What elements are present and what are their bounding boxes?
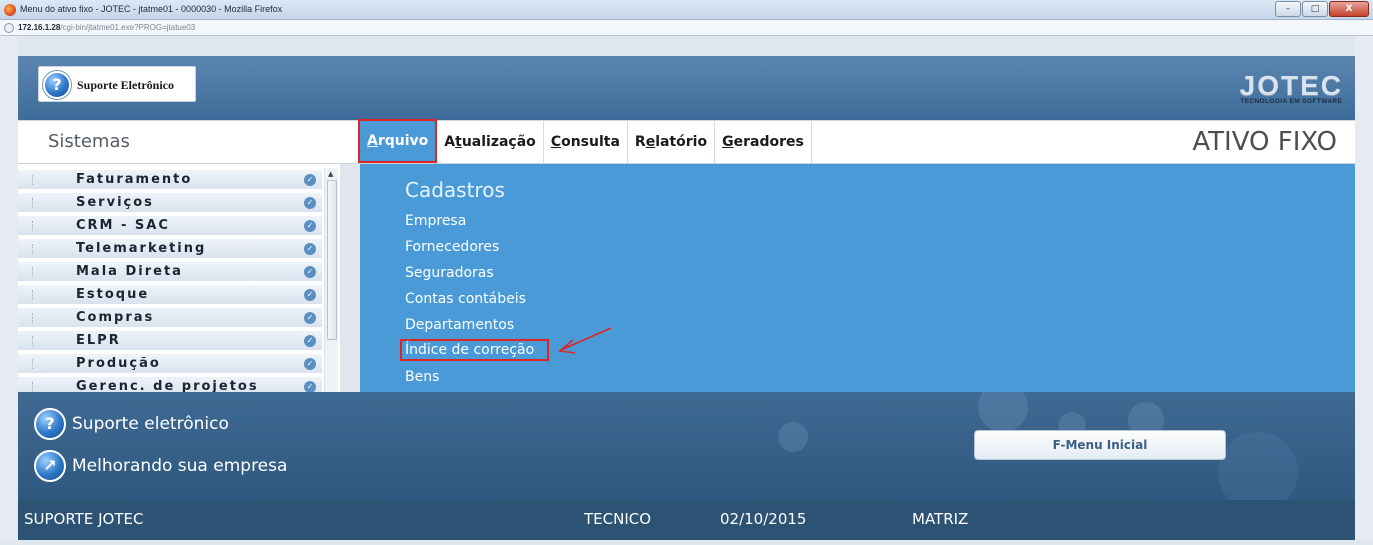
brand-logo: JOTEC TECNOLOGIA EM SOFTWARE	[1239, 70, 1343, 106]
scroll-up-icon[interactable]: ▲	[328, 170, 333, 178]
decorative-bubble	[1218, 432, 1298, 500]
check-circle-icon: ✓	[304, 174, 316, 186]
drag-handle-icon	[32, 359, 35, 369]
drag-handle-icon	[32, 244, 35, 254]
menu-geradores[interactable]: Geradores	[715, 121, 812, 163]
url-text[interactable]: 172.16.1.28/cgi-bin/jtatme01.exe?PROG=jt…	[18, 23, 195, 32]
support-logo-text: Suporte Eletrônico	[77, 78, 174, 92]
link-bens[interactable]: Bens	[405, 369, 439, 385]
drag-handle-icon	[32, 221, 35, 231]
globe-icon	[4, 23, 14, 33]
check-circle-icon: ✓	[304, 220, 316, 232]
status-bar: SUPORTE JOTEC TECNICO 02/10/2015 MATRIZ	[18, 500, 1355, 540]
link-fornecedores[interactable]: Fornecedores	[405, 239, 499, 255]
check-circle-icon: ✓	[304, 197, 316, 209]
app-header: ? Suporte Eletrônico JOTEC TECNOLOGIA EM…	[18, 56, 1355, 120]
link-departamentos[interactable]: Departamentos	[405, 317, 514, 333]
address-bar[interactable]: 172.16.1.28/cgi-bin/jtatme01.exe?PROG=jt…	[0, 20, 1373, 36]
footer-improving[interactable]: ↗ Melhorando sua empresa	[34, 450, 287, 482]
drag-handle-icon	[32, 382, 35, 392]
sidebar-item-crm-sac[interactable]: CRM - SAC ✓	[18, 216, 322, 236]
left-margin	[0, 36, 18, 540]
check-circle-icon: ✓	[304, 266, 316, 278]
menu-atualizacao[interactable]: At ualização	[437, 121, 544, 163]
help-icon: ?	[34, 408, 66, 440]
sidebar-item-producao[interactable]: Produção ✓	[18, 354, 322, 374]
status-branch: MATRIZ	[912, 510, 969, 528]
minimize-button[interactable]: –	[1275, 1, 1301, 17]
footer-band: ? Suporte eletrônico ↗ Melhorando sua em…	[18, 392, 1355, 500]
sidebar-item-gerenc-projetos[interactable]: Gerenc. de projetos ✓	[18, 377, 322, 392]
right-margin	[1355, 36, 1373, 540]
decorative-bubble	[778, 422, 808, 452]
sidebar-item-servicos[interactable]: Serviços ✓	[18, 193, 322, 213]
check-circle-icon: ✓	[304, 358, 316, 370]
sidebar-item-compras[interactable]: Compras ✓	[18, 308, 322, 328]
arquivo-menu-panel: Cadastros Empresa Fornecedores Segurador…	[360, 164, 1355, 392]
window-titlebar: Menu do ativo fixo - JOTEC - jtatme01 - …	[0, 0, 1373, 20]
check-circle-icon: ✓	[304, 289, 316, 301]
scrollbar-thumb[interactable]	[327, 180, 337, 340]
sidebar-item-mala-direta[interactable]: Mala Direta ✓	[18, 262, 322, 282]
window-title: Menu do ativo fixo - JOTEC - jtatme01 - …	[20, 4, 283, 14]
menu-relatorio[interactable]: Re latório	[628, 121, 716, 163]
help-icon: ?	[43, 71, 71, 99]
maximize-button[interactable]: □	[1302, 1, 1328, 17]
brand-name: JOTEC	[1239, 70, 1343, 101]
annotation-arrow-icon	[558, 327, 612, 354]
check-circle-icon: ✓	[304, 335, 316, 347]
check-circle-icon: ✓	[304, 312, 316, 324]
status-company: SUPORTE JOTEC	[24, 510, 144, 528]
footer-support[interactable]: ? Suporte eletrônico	[34, 408, 229, 440]
status-user: TECNICO	[584, 510, 652, 528]
sidebar-item-elpr[interactable]: ELPR ✓	[18, 331, 322, 351]
module-title: ATIVO FIXO	[1192, 127, 1337, 157]
menu-bar: Sistemas Arquivo At ualização Consulta Re…	[18, 119, 1355, 164]
sidebar-item-faturamento[interactable]: Faturamento ✓	[18, 170, 322, 190]
check-circle-icon: ✓	[304, 381, 316, 392]
sidebar-item-estoque[interactable]: Estoque ✓	[18, 285, 322, 305]
firefox-icon	[4, 4, 16, 16]
window-controls: – □ X	[1275, 1, 1369, 17]
link-contas-contabeis[interactable]: Contas contábeis	[405, 291, 526, 307]
link-indice-de-correcao[interactable]: Índice de correção	[400, 339, 550, 361]
main-menu: Arquivo At ualização Consulta Re latório G…	[358, 119, 812, 163]
status-date: 02/10/2015	[720, 510, 807, 528]
sidebar-item-telemarketing[interactable]: Telemarketing ✓	[18, 239, 322, 259]
support-logo[interactable]: ? Suporte Eletrônico	[38, 66, 196, 102]
drag-handle-icon	[32, 175, 35, 185]
brand-tagline: TECNOLOGIA EM SOFTWARE	[1240, 98, 1343, 105]
sistemas-label: Sistemas	[48, 131, 130, 152]
sidebar-scrollbar[interactable]: ▲	[324, 168, 338, 392]
drag-handle-icon	[32, 267, 35, 277]
systems-sidebar: Faturamento ✓ Serviços ✓ CRM - SAC ✓ Telema…	[18, 164, 340, 392]
menu-consulta[interactable]: Consulta	[544, 121, 628, 163]
drag-handle-icon	[32, 336, 35, 346]
section-heading: Cadastros	[405, 178, 505, 202]
close-button[interactable]: X	[1329, 1, 1369, 17]
drag-handle-icon	[32, 290, 35, 300]
growth-chart-icon: ↗	[34, 450, 66, 482]
link-seguradoras[interactable]: Seguradoras	[405, 265, 494, 281]
menu-arquivo[interactable]: Arquivo	[358, 119, 438, 163]
link-empresa[interactable]: Empresa	[405, 213, 466, 229]
drag-handle-icon	[32, 313, 35, 323]
decorative-bubble	[978, 392, 1028, 432]
check-circle-icon: ✓	[304, 243, 316, 255]
f-menu-inicial-button[interactable]: F-Menu Inicial	[974, 430, 1226, 460]
drag-handle-icon	[32, 198, 35, 208]
